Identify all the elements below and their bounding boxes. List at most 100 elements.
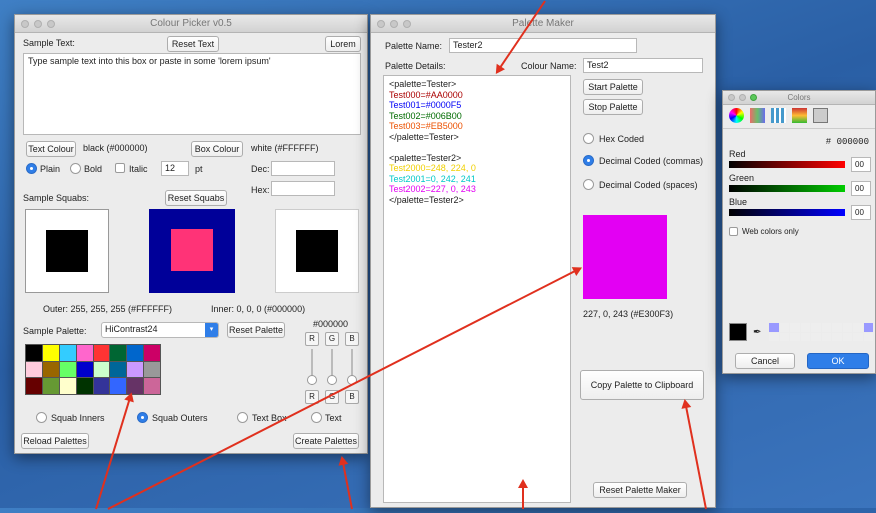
dec-field[interactable]	[271, 161, 335, 176]
palette-swatch[interactable]	[42, 378, 59, 394]
minimize-dot[interactable]	[390, 20, 398, 28]
palette-select[interactable]: HiContrast24 ▾	[101, 322, 219, 338]
g-slider-knob[interactable]	[327, 375, 337, 385]
palette-swatch[interactable]	[42, 345, 59, 361]
bold-radio[interactable]	[70, 163, 81, 174]
close-dot[interactable]	[21, 20, 29, 28]
palette-swatch[interactable]	[110, 361, 127, 378]
r-slider-knob[interactable]	[307, 375, 317, 385]
swatch[interactable]	[800, 323, 810, 332]
green-value-field[interactable]: 00	[851, 181, 871, 196]
b-button-top[interactable]: B	[345, 332, 359, 346]
palette-details-textarea[interactable]: <palette=Tester> Test000=#AA0000 Test001=#…	[383, 75, 571, 503]
squab-3[interactable]	[275, 209, 359, 293]
close-dot[interactable]	[728, 94, 735, 101]
reset-palette-button[interactable]: Reset Palette	[227, 322, 285, 338]
cancel-button[interactable]: Cancel	[735, 353, 795, 369]
palette-swatch[interactable]	[127, 361, 144, 378]
swatch[interactable]	[811, 332, 821, 341]
blue-slider[interactable]	[729, 209, 845, 216]
palette-swatch[interactable]	[76, 361, 93, 378]
swatch[interactable]	[779, 323, 789, 332]
hex-field[interactable]	[271, 181, 335, 196]
palette-swatch[interactable]	[144, 345, 160, 361]
swatch[interactable]	[832, 323, 842, 332]
text-radio[interactable]	[311, 412, 322, 423]
sample-text-area[interactable]: Type sample text into this box or paste …	[23, 53, 361, 135]
text-box-radio[interactable]	[237, 412, 248, 423]
blue-value-field[interactable]: 00	[851, 205, 871, 220]
decimal-commas-radio[interactable]	[583, 155, 594, 166]
swatch[interactable]	[832, 332, 842, 341]
create-palettes-button[interactable]: Create Palettes	[293, 433, 359, 449]
r-button-top[interactable]: R	[305, 332, 319, 346]
lorem-button[interactable]: Lorem	[325, 36, 361, 52]
close-dot[interactable]	[377, 20, 385, 28]
palette-swatch[interactable]	[42, 361, 59, 378]
green-slider[interactable]	[729, 185, 845, 192]
text-colour-button[interactable]: Text Colour	[26, 141, 76, 157]
zoom-dot[interactable]	[47, 20, 55, 28]
g-button-top[interactable]: G	[325, 332, 339, 346]
swatch[interactable]	[863, 323, 873, 332]
palette-swatch[interactable]	[76, 378, 93, 394]
image-palette-icon[interactable]	[792, 108, 807, 123]
swatch[interactable]	[853, 332, 863, 341]
minimize-dot[interactable]	[739, 94, 746, 101]
pencils-icon[interactable]	[813, 108, 828, 123]
swatch[interactable]	[811, 323, 821, 332]
web-colors-checkbox[interactable]	[729, 227, 738, 236]
swatch[interactable]	[842, 323, 852, 332]
colour-name-field[interactable]: Test2	[583, 58, 703, 73]
swatch[interactable]	[863, 332, 873, 341]
palette-swatch[interactable]	[93, 361, 110, 378]
plain-radio[interactable]	[26, 163, 37, 174]
squab-2[interactable]	[149, 209, 235, 293]
palette-swatch[interactable]	[144, 378, 160, 394]
palette-name-field[interactable]: Tester2	[449, 38, 637, 53]
decimal-spaces-radio[interactable]	[583, 179, 594, 190]
ok-button[interactable]: OK	[807, 353, 869, 369]
stop-palette-button[interactable]: Stop Palette	[583, 99, 643, 115]
swatch[interactable]	[790, 332, 800, 341]
hex-coded-radio[interactable]	[583, 133, 594, 144]
squab-outers-radio[interactable]	[137, 412, 148, 423]
start-palette-button[interactable]: Start Palette	[583, 79, 643, 95]
sliders-icon[interactable]	[750, 108, 765, 123]
swatch[interactable]	[800, 332, 810, 341]
red-slider[interactable]	[729, 161, 845, 168]
swatch[interactable]	[821, 323, 831, 332]
box-colour-button[interactable]: Box Colour	[191, 141, 243, 157]
current-color-well[interactable]	[729, 323, 747, 341]
font-size-field[interactable]: 12	[161, 161, 189, 176]
palette-swatch[interactable]	[59, 361, 76, 378]
eyedropper-icon[interactable]: ✒	[753, 327, 761, 338]
reset-squabs-button[interactable]: Reset Squabs	[165, 190, 227, 206]
palette-swatch[interactable]	[93, 378, 110, 394]
copy-palette-button[interactable]: Copy Palette to Clipboard	[580, 370, 704, 400]
swatch[interactable]	[769, 323, 779, 332]
palette-swatch[interactable]	[26, 378, 42, 394]
palette-swatch[interactable]	[93, 345, 110, 361]
zoom-dot[interactable]	[403, 20, 411, 28]
palette-swatch[interactable]	[110, 345, 127, 361]
palette-swatch[interactable]	[26, 345, 42, 361]
italic-checkbox[interactable]	[115, 163, 125, 173]
red-value-field[interactable]: 00	[851, 157, 871, 172]
palette-swatch[interactable]	[127, 345, 144, 361]
swatch[interactable]	[853, 323, 863, 332]
palette-swatch[interactable]	[26, 361, 42, 378]
reset-text-button[interactable]: Reset Text	[167, 36, 219, 52]
swatch[interactable]	[821, 332, 831, 341]
swatch[interactable]	[769, 332, 779, 341]
color-wheel-icon[interactable]	[729, 108, 744, 123]
reload-palettes-button[interactable]: Reload Palettes	[21, 433, 89, 449]
b-button-bottom[interactable]: B	[345, 390, 359, 404]
squab-inners-radio[interactable]	[36, 412, 47, 423]
palette-swatch[interactable]	[76, 345, 93, 361]
palette-swatch[interactable]	[110, 378, 127, 394]
palettes-icon[interactable]	[771, 108, 786, 123]
palette-swatch[interactable]	[59, 378, 76, 394]
squab-1[interactable]	[25, 209, 109, 293]
palette-swatch[interactable]	[59, 345, 76, 361]
